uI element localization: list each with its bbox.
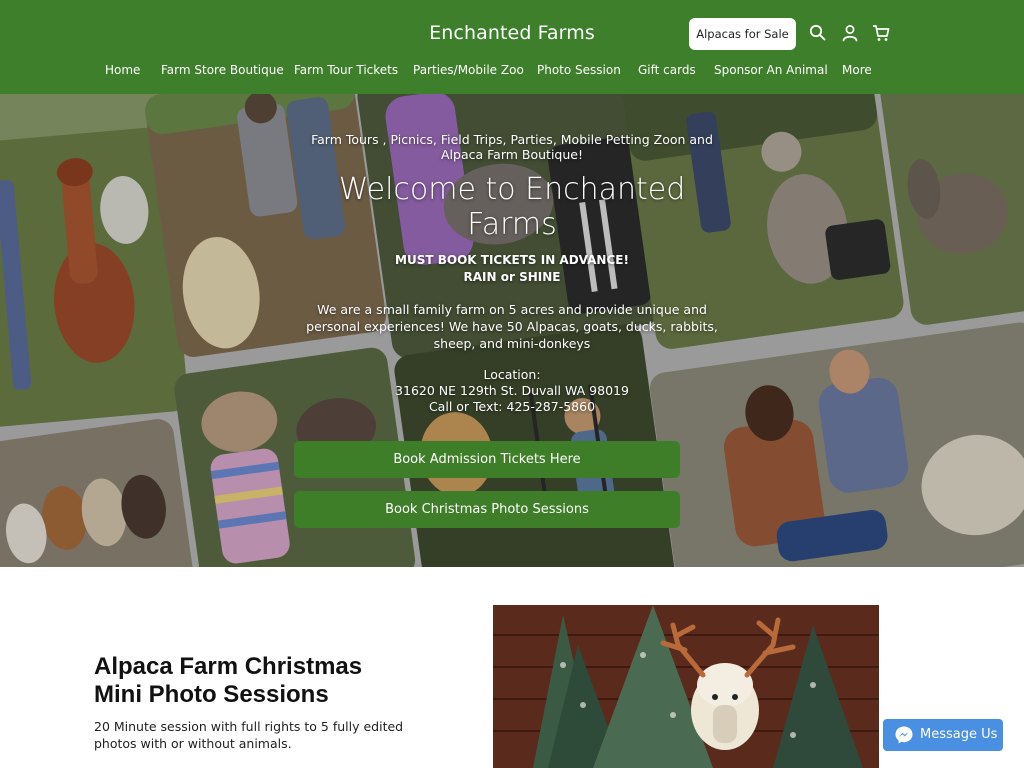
hero-tagline: Farm Tours , Picnics, Field Trips, Parti… xyxy=(311,132,713,162)
hero-location: Location: 31620 NE 129th St. Duvall WA 9… xyxy=(0,367,1024,415)
messenger-button[interactable]: Message Us xyxy=(883,719,1003,751)
hero-banner: Farm Tours , Picnics, Field Trips, Parti… xyxy=(0,94,1024,567)
nav-gift-cards[interactable]: Gift cards xyxy=(638,63,696,77)
nav-farm-store-boutique[interactable]: Farm Store Boutique xyxy=(161,63,284,77)
site-header: Enchanted Farms Alpacas for Sale Home Fa… xyxy=(0,0,1024,94)
nav-home[interactable]: Home xyxy=(105,63,140,77)
cart-icon[interactable] xyxy=(871,23,891,43)
location-label: Location: xyxy=(483,367,541,382)
nav-sponsor-an-animal[interactable]: Sponsor An Animal xyxy=(714,63,828,77)
account-icon[interactable] xyxy=(840,23,860,43)
nav-farm-tour-tickets[interactable]: Farm Tour Tickets xyxy=(294,63,398,77)
messenger-icon xyxy=(895,726,913,744)
section-description: 20 Minute session with full rights to 5 … xyxy=(94,719,404,751)
messenger-label: Message Us xyxy=(920,727,998,742)
book-christmas-photo-sessions-button[interactable]: Book Christmas Photo Sessions xyxy=(294,491,680,528)
contact-text: Call or Text: 425-287-5860 xyxy=(428,399,596,414)
hero-notice: MUST BOOK TICKETS IN ADVANCE! RAIN or SH… xyxy=(395,253,629,284)
hero-heading: Welcome to Enchanted Farms xyxy=(338,172,686,242)
christmas-alpaca-photo xyxy=(493,605,879,768)
section-title: Alpaca Farm Christmas Mini Photo Session… xyxy=(94,653,363,708)
search-icon[interactable] xyxy=(808,23,828,43)
book-admission-tickets-button[interactable]: Book Admission Tickets Here xyxy=(294,441,680,478)
nav-photo-session[interactable]: Photo Session xyxy=(537,63,621,77)
alpacas-for-sale-button[interactable]: Alpacas for Sale xyxy=(689,18,796,50)
main-nav: Home Farm Store Boutique Farm Tour Ticke… xyxy=(0,63,1024,81)
nav-parties-mobile-zoo[interactable]: Parties/Mobile Zoo xyxy=(413,63,524,77)
hero-intro: We are a small family farm on 5 acres an… xyxy=(306,302,718,351)
nav-more[interactable]: More xyxy=(842,63,872,77)
address-text: 31620 NE 129th St. Duvall WA 98019 xyxy=(395,383,629,398)
